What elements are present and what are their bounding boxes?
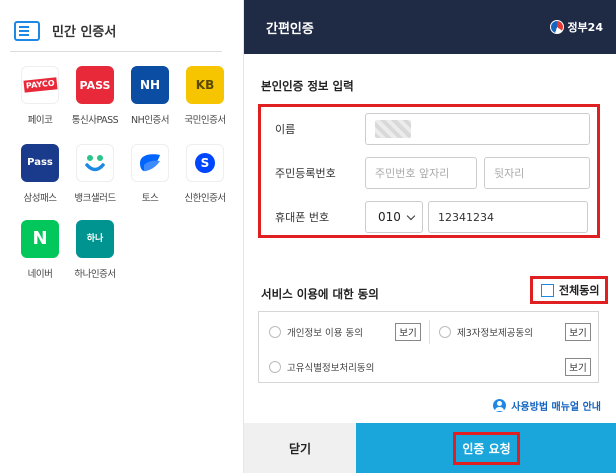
chevron-down-icon: [406, 211, 416, 220]
cert-hana[interactable]: 하나 하나인증서: [67, 220, 123, 280]
consent-label: 개인정보 이용 동의: [287, 328, 363, 339]
name-row: 이름: [261, 113, 597, 145]
cert-banksalad[interactable]: 뱅크샐러드: [67, 144, 123, 204]
auth-request-button[interactable]: 인증 요청: [356, 423, 616, 473]
phone-row: 휴대폰 번호 010 12341234: [261, 201, 597, 233]
auth-request-label: 인증 요청: [453, 431, 520, 465]
private-cert-panel: 민간 인증서 PAYCO 페이코 PASS 통신사PASS NH NH인증서 K…: [0, 0, 243, 473]
view-privacy-button[interactable]: 보기: [395, 323, 421, 341]
banksalad-logo: [76, 144, 114, 182]
cert-pass[interactable]: PASS 통신사PASS: [67, 66, 123, 126]
radio-icon: [269, 326, 281, 338]
certificate-icon: [14, 20, 40, 41]
nh-logo: NH: [131, 66, 169, 104]
manual-link[interactable]: 사용방법 매뉴얼 안내: [493, 398, 601, 413]
cert-payco[interactable]: PAYCO 페이코: [12, 66, 68, 126]
toss-icon: [140, 154, 160, 172]
cert-toss[interactable]: 토스: [122, 144, 178, 204]
simple-auth-panel: 간편인증 정부24 본인인증 정보 입력 이름 주민등록번호 주민번호 앞자리 …: [243, 0, 616, 473]
cert-label: NH인증서: [131, 115, 169, 126]
divider: [429, 320, 430, 344]
cert-label: 뱅크샐러드: [74, 193, 116, 204]
name-label: 이름: [275, 123, 296, 136]
action-bar: 닫기 인증 요청: [244, 423, 616, 473]
consent-section-title: 서비스 이용에 대한 동의: [261, 287, 379, 301]
private-cert-header: 민간 인증서: [10, 10, 222, 52]
consent-label: 제3자정보제공동의: [457, 328, 533, 339]
cert-samsung-pass[interactable]: Pass 삼성패스: [12, 144, 68, 204]
agree-all-checkbox[interactable]: 전체동의: [530, 276, 608, 304]
shinhan-logo: S: [186, 144, 224, 182]
radio-icon: [439, 326, 451, 338]
phone-prefix-select[interactable]: 010: [365, 201, 423, 233]
phone-number-input[interactable]: 12341234: [428, 201, 588, 233]
payco-logo: PAYCO: [21, 66, 59, 104]
cert-nh[interactable]: NH NH인증서: [122, 66, 178, 126]
rrn-back-input[interactable]: 뒷자리: [484, 157, 590, 189]
person-icon: [493, 399, 507, 412]
toss-logo: [131, 144, 169, 182]
cert-label: 하나인증서: [74, 269, 116, 280]
simple-auth-title: 간편인증: [266, 21, 314, 37]
private-cert-title: 민간 인증서: [52, 25, 117, 40]
manual-label: 사용방법 매뉴얼 안내: [511, 402, 601, 413]
cert-label: 국민인증서: [184, 115, 226, 126]
cert-label: 신한인증서: [184, 193, 226, 204]
consent-label: 고유식별정보처리동의: [287, 363, 375, 374]
gov24-label: 정부24: [567, 21, 603, 34]
name-input[interactable]: [365, 113, 590, 145]
cert-label: 네이버: [27, 269, 53, 280]
kb-logo: KB: [186, 66, 224, 104]
cert-label: 삼성패스: [23, 193, 57, 204]
checkbox-icon: [541, 283, 554, 297]
pass-logo: PASS: [76, 66, 114, 104]
cert-shinhan[interactable]: S 신한인증서: [177, 144, 233, 204]
agree-all-label: 전체동의: [559, 284, 600, 297]
banksalad-icon: [85, 155, 105, 172]
masked-name: [375, 120, 411, 138]
identity-section-title: 본인인증 정보 입력: [261, 79, 354, 93]
cert-naver[interactable]: N 네이버: [12, 220, 68, 280]
consent-third-party[interactable]: 제3자정보제공동의: [439, 325, 533, 339]
hana-logo: 하나: [76, 220, 114, 258]
consent-privacy[interactable]: 개인정보 이용 동의: [269, 325, 363, 339]
gov24-brand: 정부24: [550, 19, 603, 35]
cert-label: 통신사PASS: [71, 115, 119, 126]
identity-form: 이름 주민등록번호 주민번호 앞자리 뒷자리 휴대폰 번호 010 123412…: [258, 104, 600, 238]
consent-list: 개인정보 이용 동의 보기 제3자정보제공동의 보기 고유식별정보처리동의 보기: [258, 311, 599, 383]
close-button[interactable]: 닫기: [244, 423, 356, 473]
rrn-label: 주민등록번호: [275, 167, 336, 180]
cert-kb[interactable]: KB 국민인증서: [177, 66, 233, 126]
simple-auth-header: 간편인증 정부24: [244, 0, 616, 54]
phone-label: 휴대폰 번호: [275, 211, 330, 224]
view-third-party-button[interactable]: 보기: [565, 323, 591, 341]
gov24-icon: [550, 20, 565, 34]
naver-logo: N: [21, 220, 59, 258]
rrn-front-input[interactable]: 주민번호 앞자리: [365, 157, 477, 189]
cert-label: 토스: [141, 193, 159, 204]
phone-prefix-value: 010: [378, 210, 401, 224]
rrn-row: 주민등록번호 주민번호 앞자리 뒷자리: [261, 157, 597, 189]
consent-unique-id[interactable]: 고유식별정보처리동의: [269, 360, 374, 374]
samsung-pass-logo: Pass: [21, 144, 59, 182]
cert-label: 페이코: [27, 115, 53, 126]
radio-icon: [269, 361, 281, 373]
view-unique-id-button[interactable]: 보기: [565, 358, 591, 376]
